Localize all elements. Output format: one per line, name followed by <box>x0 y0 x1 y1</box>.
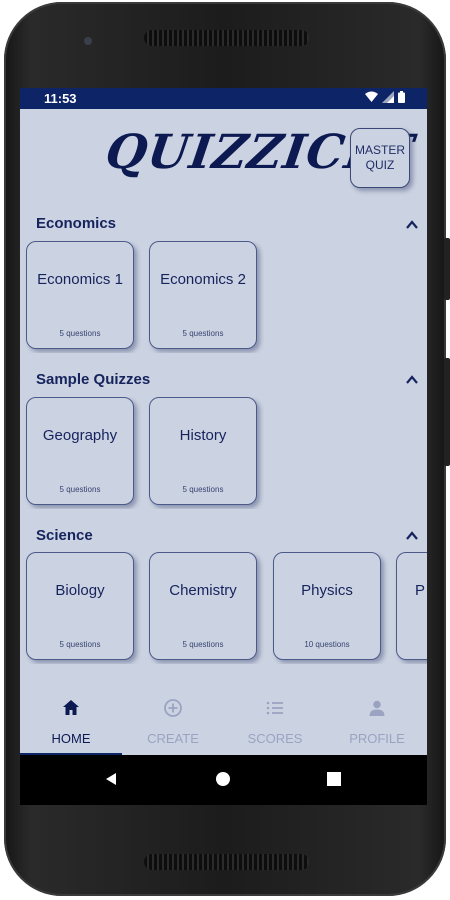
wifi-icon <box>365 91 378 102</box>
earpiece-speaker <box>144 30 309 46</box>
tab-create-label: CREATE <box>147 731 199 746</box>
quiz-card[interactable]: Biology 5 questions <box>26 552 134 660</box>
signal-icon <box>382 91 394 103</box>
quiz-row-sample-quizzes: Geography 5 questions History 5 question… <box>20 397 427 509</box>
quiz-card[interactable]: History 5 questions <box>149 397 257 505</box>
status-icons <box>365 91 405 103</box>
master-quiz-button[interactable]: MASTER QUIZ <box>350 128 410 188</box>
tab-create[interactable]: CREATE <box>122 688 224 755</box>
quiz-name: History <box>179 427 227 444</box>
quiz-name: Economics 2 <box>160 271 246 288</box>
system-navigation-bar <box>20 755 427 805</box>
quiz-row-economics: Economics 1 5 questions Economics 2 5 qu… <box>20 241 427 353</box>
quiz-name: Geography <box>42 427 118 444</box>
tab-home[interactable]: HOME <box>20 688 122 755</box>
quiz-question-count: 10 questions <box>304 640 350 649</box>
quiz-question-count: 5 questions <box>182 329 224 338</box>
quiz-question-count: 5 questions <box>182 640 224 649</box>
quiz-card[interactable]: Economics 1 5 questions <box>26 241 134 349</box>
quiz-name: Biology <box>55 582 105 599</box>
quiz-question-count: 5 questions <box>59 640 101 649</box>
quiz-card[interactable]: Physics 10 questions <box>273 552 381 660</box>
chevron-up-icon[interactable] <box>405 218 419 232</box>
quiz-name: Economics 1 <box>37 271 123 288</box>
quiz-question-count: 5 questions <box>182 485 224 494</box>
bottom-navigation: HOME CREATE SCORES PROFILE <box>20 688 427 755</box>
tab-scores[interactable]: SCORES <box>224 688 326 755</box>
person-icon <box>369 700 385 716</box>
tab-profile-label: PROFILE <box>349 731 405 746</box>
home-icon <box>63 700 79 715</box>
status-time: 11:53 <box>44 91 77 106</box>
status-bar: 11:53 <box>20 88 427 109</box>
back-icon[interactable] <box>104 772 118 786</box>
bottom-speaker <box>144 854 309 870</box>
tab-profile[interactable]: PROFILE <box>326 688 427 755</box>
quiz-name: Chemistry <box>169 582 237 599</box>
app-header: QUIZZICLE MASTER QUIZ <box>20 109 427 199</box>
volume-button[interactable] <box>444 238 450 300</box>
add-circle-icon <box>164 699 182 717</box>
chevron-up-icon[interactable] <box>405 373 419 387</box>
chevron-up-icon[interactable] <box>405 529 419 543</box>
power-button[interactable] <box>444 358 450 466</box>
front-camera <box>84 37 92 45</box>
quiz-name: Physics <box>301 582 353 599</box>
tab-scores-label: SCORES <box>247 731 303 746</box>
battery-icon <box>398 91 405 103</box>
quiz-card[interactable]: Economics 2 5 questions <box>149 241 257 349</box>
quiz-card[interactable]: Geography 5 questions <box>26 397 134 505</box>
section-title-science: Science <box>36 527 93 544</box>
quiz-row-science: Biology 5 questions Chemistry 5 question… <box>20 552 427 664</box>
list-numbered-icon <box>266 701 283 715</box>
master-quiz-label: MASTER QUIZ <box>354 143 405 172</box>
quiz-question-count: 5 questions <box>59 329 101 338</box>
quiz-card[interactable]: Chemistry 5 questions <box>149 552 257 660</box>
quiz-question-count: 5 questions <box>59 485 101 494</box>
quiz-card[interactable]: P <box>396 552 427 660</box>
app-screen: 11:53 QUIZZICLE MASTER QUIZ Economics Ec… <box>20 88 427 805</box>
home-button-icon[interactable] <box>216 772 230 786</box>
recent-apps-icon[interactable] <box>327 772 341 786</box>
section-title-economics: Economics <box>36 215 117 232</box>
section-title-sample-quizzes: Sample Quizzes <box>36 371 151 388</box>
quiz-name: P <box>415 582 426 599</box>
tab-home-label: HOME <box>51 731 91 746</box>
